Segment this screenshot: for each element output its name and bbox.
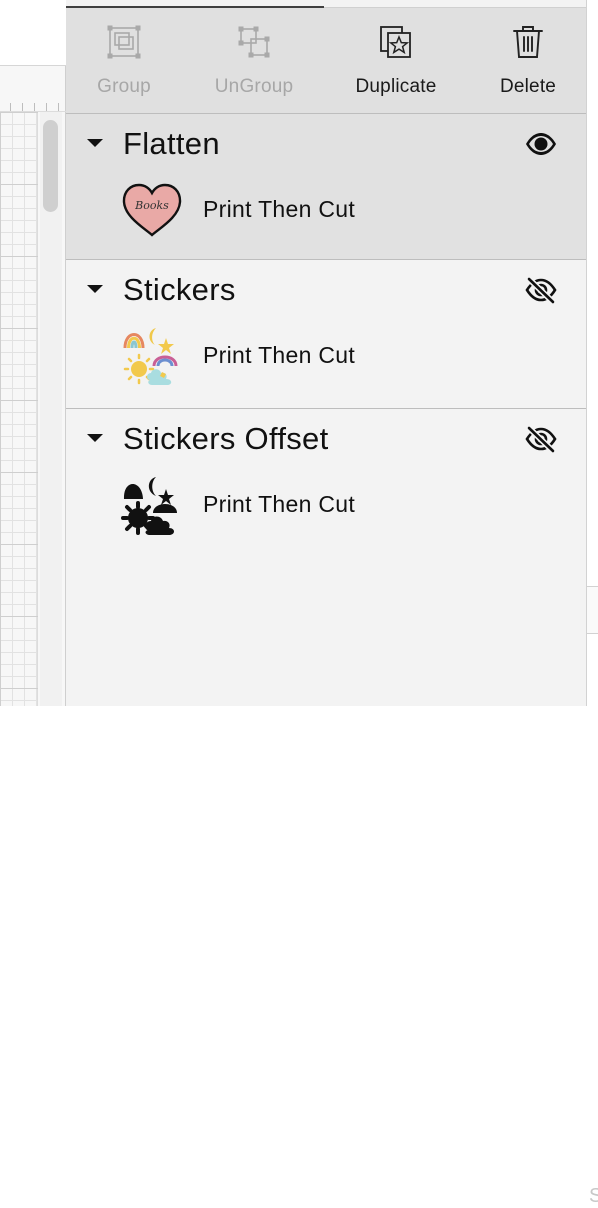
layer-item[interactable]: Books Print Then Cut bbox=[66, 176, 586, 248]
ungroup-label: UnGroup bbox=[214, 76, 294, 97]
layers-toolbar: Group UnGroup Duplicate Delete bbox=[66, 8, 586, 114]
layer-item-label: Print Then Cut bbox=[203, 491, 356, 517]
collapse-caret-icon[interactable] bbox=[87, 139, 103, 147]
delete-button[interactable]: Delete bbox=[486, 8, 570, 114]
duplicate-icon bbox=[376, 22, 416, 62]
layer-group-header[interactable]: Stickers bbox=[66, 260, 586, 320]
trash-icon bbox=[508, 22, 548, 62]
layer-group-title: Stickers bbox=[123, 272, 236, 307]
right-edge-panel: S bbox=[586, 0, 598, 1207]
eye-icon[interactable] bbox=[524, 130, 558, 158]
duplicate-label: Duplicate bbox=[355, 76, 437, 97]
layer-item[interactable]: Print Then Cut bbox=[66, 471, 586, 543]
ungroup-button[interactable]: UnGroup bbox=[204, 8, 304, 114]
eye-hidden-icon[interactable] bbox=[524, 425, 558, 454]
right-edge-tab[interactable]: S bbox=[587, 586, 598, 1207]
duplicate-button[interactable]: Duplicate bbox=[341, 8, 451, 114]
layer-group-title: Stickers Offset bbox=[123, 421, 329, 456]
ungroup-icon bbox=[234, 22, 274, 62]
eye-hidden-icon[interactable] bbox=[524, 276, 558, 305]
canvas-header bbox=[0, 0, 66, 66]
canvas-grid-major bbox=[0, 112, 38, 706]
layers-panel: Group UnGroup Duplicate Delete Flatten B… bbox=[66, 0, 586, 706]
collapse-caret-icon[interactable] bbox=[87, 434, 103, 442]
vertical-scrollbar-thumb[interactable] bbox=[43, 120, 58, 212]
group-icon bbox=[104, 22, 144, 62]
layer-item-label: Print Then Cut bbox=[203, 342, 356, 368]
layer-group-title: Flatten bbox=[123, 126, 220, 161]
right-edge-label: S bbox=[589, 1185, 598, 1207]
layer-group-flatten[interactable]: Flatten Books Print Then Cut bbox=[66, 114, 586, 260]
layer-group-stickers-offset[interactable]: Stickers Offset Print Then Cut bbox=[66, 409, 586, 558]
layer-item-label: Print Then Cut bbox=[203, 196, 356, 222]
black-silhouette-thumbnail bbox=[120, 473, 184, 537]
heart-thumbnail-text: Books bbox=[134, 199, 169, 212]
collapse-caret-icon[interactable] bbox=[87, 285, 103, 293]
layer-group-stickers[interactable]: Stickers Print Then Cut bbox=[66, 260, 586, 409]
delete-label: Delete bbox=[499, 76, 557, 97]
layer-item[interactable]: Print Then Cut bbox=[66, 322, 586, 394]
layer-group-header[interactable]: Stickers Offset bbox=[66, 409, 586, 469]
heart-books-thumbnail: Books bbox=[120, 178, 184, 242]
design-canvas[interactable] bbox=[0, 0, 66, 706]
horizontal-ruler bbox=[0, 96, 66, 112]
group-label: Group bbox=[97, 76, 151, 97]
group-button[interactable]: Group bbox=[84, 8, 164, 114]
layer-group-header[interactable]: Flatten bbox=[66, 114, 586, 174]
color-stickers-thumbnail bbox=[120, 324, 184, 388]
